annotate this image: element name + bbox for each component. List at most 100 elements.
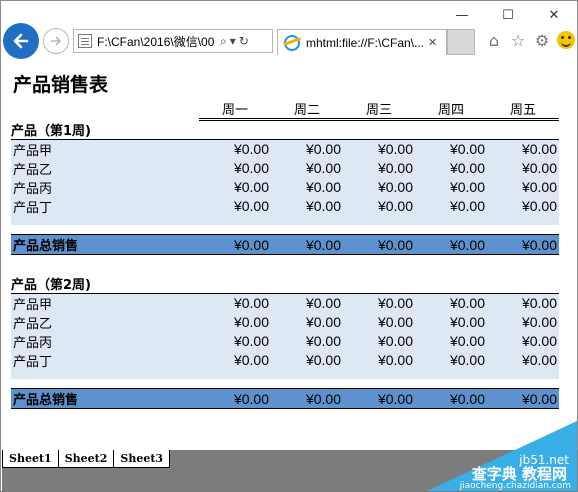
empty-cell bbox=[271, 379, 343, 389]
sheet-tab[interactable]: Sheet3 bbox=[113, 450, 171, 468]
sales-value-cell[interactable]: ¥0.00 bbox=[343, 350, 415, 370]
tab-close-icon[interactable]: ✕ bbox=[428, 36, 437, 49]
forward-button[interactable] bbox=[43, 28, 69, 54]
total-sales-cell[interactable]: ¥0.00 bbox=[415, 234, 487, 255]
sales-value-cell[interactable]: ¥0.00 bbox=[199, 331, 271, 351]
sales-value-cell[interactable]: ¥0.00 bbox=[271, 331, 343, 351]
empty-cell bbox=[271, 225, 343, 235]
product-row: 产品乙 ¥0.00 ¥0.00 ¥0.00 ¥0.00 ¥0.00 bbox=[11, 312, 559, 332]
sales-value-cell[interactable]: ¥0.00 bbox=[487, 331, 559, 351]
empty-cell bbox=[415, 215, 487, 225]
sheet-tab[interactable]: Sheet1 bbox=[2, 450, 59, 468]
empty-cell bbox=[415, 379, 487, 389]
section-heading: 产品（第2周) bbox=[11, 273, 199, 294]
search-icon[interactable]: ⌕ bbox=[220, 34, 227, 49]
total-sales-cell[interactable]: ¥0.00 bbox=[271, 234, 343, 255]
sales-value-cell[interactable]: ¥0.00 bbox=[271, 312, 343, 332]
sales-value-cell[interactable]: ¥0.00 bbox=[271, 350, 343, 370]
sales-value-cell[interactable]: ¥0.00 bbox=[415, 312, 487, 332]
sales-value-cell[interactable]: ¥0.00 bbox=[487, 158, 559, 178]
product-row: 产品丁 ¥0.00 ¥0.00 ¥0.00 ¥0.00 ¥0.00 bbox=[11, 350, 559, 370]
sales-value-cell[interactable]: ¥0.00 bbox=[415, 293, 487, 313]
sales-value-cell[interactable]: ¥0.00 bbox=[271, 158, 343, 178]
empty-cell bbox=[11, 369, 199, 379]
total-sales-row: 产品总销售 ¥0.00 ¥0.00 ¥0.00 ¥0.00 ¥0.00 bbox=[11, 234, 559, 255]
total-sales-cell[interactable]: ¥0.00 bbox=[415, 388, 487, 409]
sales-value-cell[interactable]: ¥0.00 bbox=[199, 293, 271, 313]
empty-cell bbox=[271, 255, 343, 274]
dropdown-icon[interactable]: ▾ bbox=[230, 34, 236, 48]
empty-cell bbox=[415, 225, 487, 235]
product-row: 产品丙 ¥0.00 ¥0.00 ¥0.00 ¥0.00 ¥0.00 bbox=[11, 331, 559, 351]
sales-value-cell[interactable]: ¥0.00 bbox=[415, 196, 487, 216]
total-sales-cell[interactable]: ¥0.00 bbox=[271, 388, 343, 409]
feedback-smiley-icon[interactable] bbox=[557, 31, 575, 49]
product-row: 产品乙 ¥0.00 ¥0.00 ¥0.00 ¥0.00 ¥0.00 bbox=[11, 158, 559, 178]
sales-value-cell[interactable]: ¥0.00 bbox=[271, 196, 343, 216]
sales-value-cell[interactable]: ¥0.00 bbox=[343, 312, 415, 332]
sales-value-cell[interactable]: ¥0.00 bbox=[487, 196, 559, 216]
total-sales-cell[interactable]: ¥0.00 bbox=[487, 388, 559, 409]
sales-value-cell[interactable]: ¥0.00 bbox=[343, 139, 415, 159]
sales-value-cell[interactable]: ¥0.00 bbox=[343, 331, 415, 351]
product-row: 产品甲 ¥0.00 ¥0.00 ¥0.00 ¥0.00 ¥0.00 bbox=[11, 139, 559, 159]
sales-value-cell[interactable]: ¥0.00 bbox=[199, 312, 271, 332]
sales-value-cell[interactable]: ¥0.00 bbox=[199, 177, 271, 197]
sales-value-cell[interactable]: ¥0.00 bbox=[271, 293, 343, 313]
empty-cell bbox=[199, 379, 271, 389]
browser-toolbar: F:\CFan\2016\微信\00 ⌕ ▾ ↻ mhtml:file://F:… bbox=[1, 21, 578, 61]
empty-cell bbox=[487, 119, 559, 140]
total-sales-row: 产品总销售 ¥0.00 ¥0.00 ¥0.00 ¥0.00 ¥0.00 bbox=[11, 388, 559, 409]
tab-title: mhtml:file://F:\CFan\... bbox=[306, 35, 425, 50]
sheet-tab[interactable]: Sheet2 bbox=[57, 450, 115, 468]
sales-value-cell[interactable]: ¥0.00 bbox=[415, 331, 487, 351]
sales-value-cell[interactable]: ¥0.00 bbox=[415, 350, 487, 370]
sales-value-cell[interactable]: ¥0.00 bbox=[415, 177, 487, 197]
browser-right-icons: ⌂ ☆ ⚙ bbox=[485, 31, 575, 50]
sales-value-cell[interactable]: ¥0.00 bbox=[199, 350, 271, 370]
new-tab-button[interactable] bbox=[447, 29, 475, 55]
total-sales-cell[interactable]: ¥0.00 bbox=[199, 234, 271, 255]
address-text[interactable]: F:\CFan\2016\微信\00 bbox=[97, 33, 217, 50]
sales-value-cell[interactable]: ¥0.00 bbox=[343, 158, 415, 178]
sales-value-cell[interactable]: ¥0.00 bbox=[415, 139, 487, 159]
sales-value-cell[interactable]: ¥0.00 bbox=[343, 196, 415, 216]
empty-cell bbox=[415, 255, 487, 274]
sales-value-cell[interactable]: ¥0.00 bbox=[343, 177, 415, 197]
total-sales-cell[interactable]: ¥0.00 bbox=[487, 234, 559, 255]
total-sales-cell[interactable]: ¥0.00 bbox=[343, 388, 415, 409]
favorites-star-icon[interactable]: ☆ bbox=[509, 31, 527, 50]
spreadsheet-content: 产品销售表 周一 周二 周三 周四 周五 产品（第1周) 产品甲 ¥0.00 ¥0.0… bbox=[11, 71, 559, 409]
product-name: 产品乙 bbox=[11, 312, 199, 332]
sales-value-cell[interactable]: ¥0.00 bbox=[199, 158, 271, 178]
section-heading-row: 产品（第2周) bbox=[11, 273, 559, 294]
total-sales-cell[interactable]: ¥0.00 bbox=[343, 234, 415, 255]
ie-logo-icon bbox=[284, 34, 300, 51]
refresh-icon[interactable]: ↻ bbox=[239, 34, 249, 48]
back-button[interactable] bbox=[3, 23, 39, 59]
sales-value-cell[interactable]: ¥0.00 bbox=[487, 312, 559, 332]
section-blank-row bbox=[11, 225, 559, 235]
home-icon[interactable]: ⌂ bbox=[485, 31, 503, 50]
sales-value-cell[interactable]: ¥0.00 bbox=[487, 177, 559, 197]
sales-value-cell[interactable]: ¥0.00 bbox=[271, 177, 343, 197]
section-heading: 产品（第1周) bbox=[11, 119, 199, 140]
empty-cell bbox=[343, 225, 415, 235]
browser-tab[interactable]: mhtml:file://F:\CFan\... ✕ bbox=[277, 29, 447, 55]
sales-value-cell[interactable]: ¥0.00 bbox=[487, 139, 559, 159]
section-heading-row: 产品（第1周) bbox=[11, 119, 559, 140]
day-header-row: 周一 周二 周三 周四 周五 bbox=[11, 99, 559, 121]
sales-value-cell[interactable]: ¥0.00 bbox=[343, 293, 415, 313]
sales-value-cell[interactable]: ¥0.00 bbox=[199, 139, 271, 159]
empty-cell bbox=[271, 369, 343, 379]
total-sales-cell[interactable]: ¥0.00 bbox=[199, 388, 271, 409]
settings-gear-icon[interactable]: ⚙ bbox=[533, 31, 551, 50]
sales-value-cell[interactable]: ¥0.00 bbox=[415, 158, 487, 178]
sales-value-cell[interactable]: ¥0.00 bbox=[487, 293, 559, 313]
day-header: 周五 bbox=[487, 99, 559, 121]
empty-cell bbox=[343, 255, 415, 274]
address-bar[interactable]: F:\CFan\2016\微信\00 ⌕ ▾ ↻ bbox=[73, 29, 273, 53]
sales-value-cell[interactable]: ¥0.00 bbox=[487, 350, 559, 370]
sales-value-cell[interactable]: ¥0.00 bbox=[271, 139, 343, 159]
sales-value-cell[interactable]: ¥0.00 bbox=[199, 196, 271, 216]
